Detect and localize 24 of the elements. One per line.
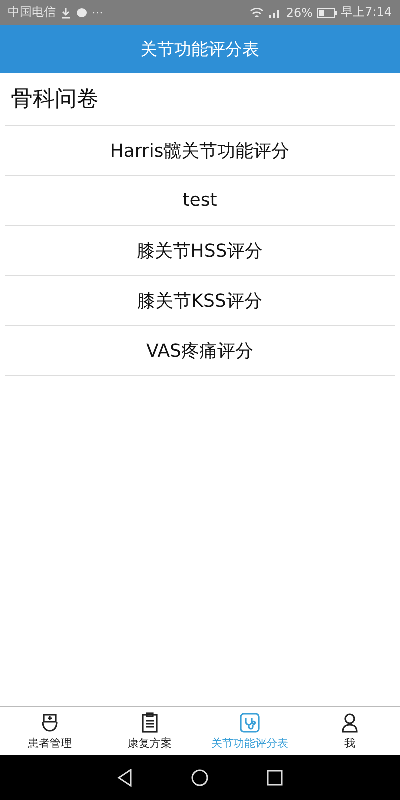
nav-tab[interactable]: 我 [300, 707, 400, 755]
nurse-icon [39, 712, 61, 734]
back-icon[interactable] [117, 768, 133, 786]
questionnaire-item[interactable]: test [5, 176, 395, 226]
questionnaire-item[interactable]: VAS疼痛评分 [5, 326, 395, 376]
download-icon [60, 6, 72, 18]
person-icon [339, 712, 361, 734]
wifi-icon [250, 6, 264, 18]
clipboard-icon [139, 712, 161, 734]
nav-tab[interactable]: 患者管理 [0, 707, 100, 755]
section-title: 骨科问卷 [11, 86, 99, 114]
stethoscope-icon [239, 712, 261, 734]
battery-percent: 26% [286, 6, 314, 20]
recents-icon[interactable] [267, 770, 283, 786]
carrier-name: 中国电信 [8, 4, 56, 21]
questionnaire-item[interactable]: Harris髋关节功能评分 [5, 126, 395, 176]
page-title: 关节功能评分表 [140, 38, 260, 60]
battery-icon [317, 8, 338, 18]
home-icon[interactable] [191, 768, 209, 786]
questionnaire-item[interactable]: 膝关节KSS评分 [5, 276, 395, 326]
clock-time: 早上7:14 [341, 4, 392, 21]
nav-tab[interactable]: 康复方案 [100, 707, 200, 755]
more-notifications: ··· [92, 6, 104, 20]
questionnaire-item[interactable]: 膝关节HSS评分 [5, 226, 395, 276]
